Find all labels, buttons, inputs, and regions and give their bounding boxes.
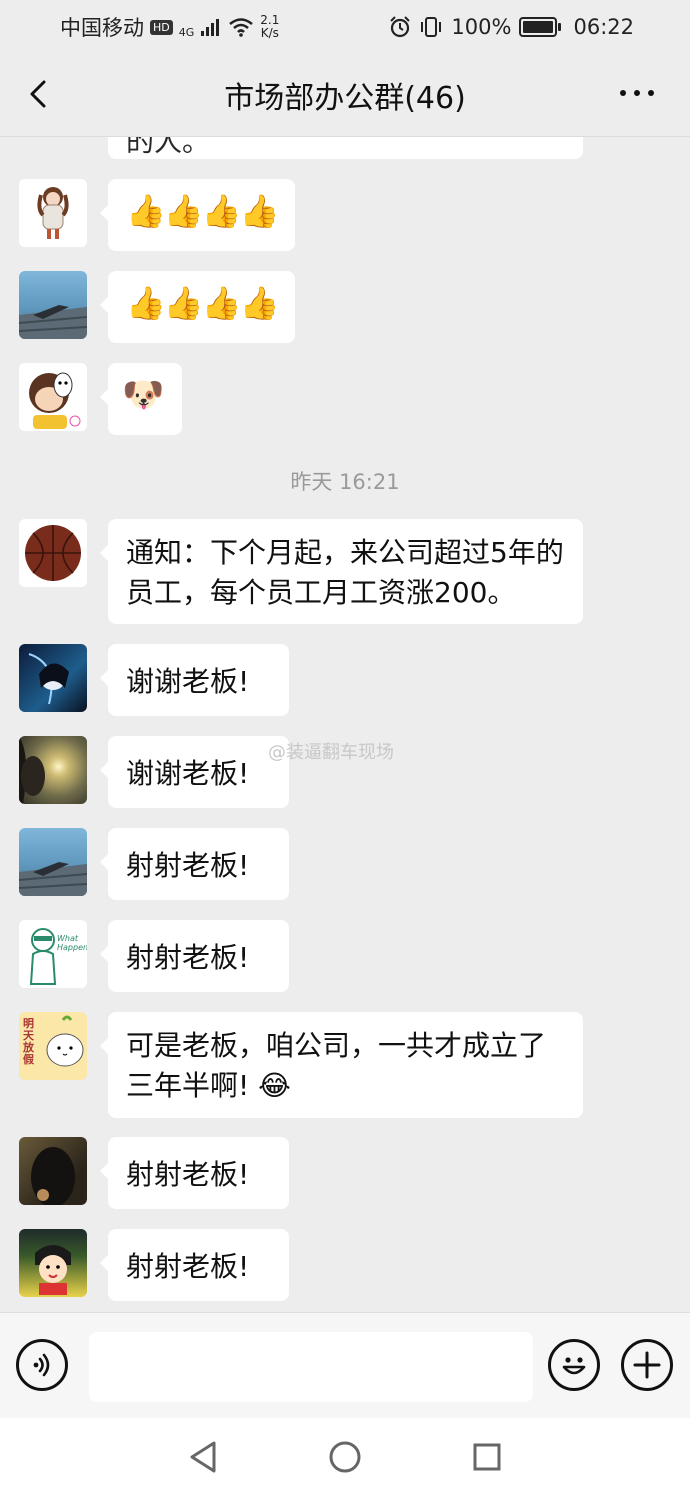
network-speed: 2.1 K/s [260, 13, 280, 40]
message-bubble[interactable]: 可是老板，咱公司，一共才成立了三年半啊! 😂 [100, 1012, 583, 1118]
watermark: @装逼翻车现场 [268, 742, 394, 763]
circle-home-icon[interactable] [328, 1440, 362, 1474]
battery-icon [519, 17, 562, 37]
message-input[interactable] [89, 1332, 533, 1402]
triangle-back-icon[interactable] [188, 1440, 218, 1474]
voice-icon[interactable] [16, 1339, 68, 1391]
wifi-icon [229, 18, 254, 37]
message-bubble[interactable]: 射射老板! [100, 828, 289, 900]
chat-message-list[interactable]: 的人。 👍👍👍👍 👍👍👍👍 🐶 昨天 16:21 通知：下个月起，来公司超过5年… [0, 136, 690, 1312]
cat-sticker-avatar[interactable]: 明天放假 [19, 1012, 87, 1080]
system-navigation-bar [0, 1418, 690, 1495]
signal-icon [201, 19, 220, 36]
message-bubble[interactable]: 👍👍👍👍 [99, 179, 296, 251]
carrier-name: 中国移动 [60, 16, 144, 40]
sketch-avatar-text: What Happened? [57, 934, 87, 952]
sticker-avatar-text: 明天放假 [23, 1017, 34, 1066]
message-bubble[interactable]: 谢谢老板! [100, 644, 289, 716]
square-recent-icon[interactable] [472, 1442, 502, 1472]
sunset-avatar[interactable] [19, 736, 87, 804]
message-bubble-partial[interactable]: 的人。 [100, 136, 583, 159]
chat-header: 市场部办公群(46) [0, 54, 690, 137]
hd-badge: HD [150, 19, 173, 35]
lying-on-dock-avatar[interactable] [19, 828, 87, 896]
vibrate-icon [421, 17, 442, 37]
message-bubble[interactable]: 射射老板! [100, 1137, 289, 1209]
girl-doll-avatar[interactable] [19, 179, 87, 247]
battery-percent: 100% [451, 15, 512, 39]
message-bubble[interactable]: 射射老板! [100, 920, 289, 992]
dark-photo-avatar[interactable] [19, 1137, 87, 1205]
sketch-what-happened-avatar[interactable]: What Happened? [19, 920, 87, 988]
chat-title: 市场部办公群(46) [224, 81, 466, 116]
basketball-avatar[interactable] [19, 519, 87, 587]
back-arrow-icon[interactable] [24, 76, 60, 112]
alarm-icon [390, 16, 411, 38]
lying-on-dock-avatar[interactable] [19, 271, 87, 339]
message-bubble[interactable]: 👍👍👍👍 [99, 271, 296, 343]
message-input-bar [0, 1312, 690, 1419]
time-divider: 昨天 16:21 [290, 470, 400, 494]
cartoon-mask-avatar[interactable] [19, 363, 87, 431]
message-bubble[interactable]: 谢谢老板! [100, 736, 289, 808]
network-type: 4G [178, 26, 195, 39]
more-options-icon[interactable] [620, 90, 654, 96]
emoji-icon[interactable] [548, 1339, 600, 1391]
clock: 06:22 [573, 15, 634, 39]
plus-icon[interactable] [621, 1339, 673, 1391]
message-bubble[interactable]: 🐶 [100, 363, 182, 435]
chibi-maruko-avatar[interactable] [19, 1229, 87, 1297]
message-bubble[interactable]: 射射老板! [100, 1229, 289, 1301]
anime-dark-avatar[interactable] [19, 644, 87, 712]
message-bubble[interactable]: 通知：下个月起，来公司超过5年的员工，每个员工月工资涨200。 [100, 519, 583, 624]
status-bar: 中国移动 HD 4G 2.1 K/s 100% 06:22 [0, 0, 690, 54]
